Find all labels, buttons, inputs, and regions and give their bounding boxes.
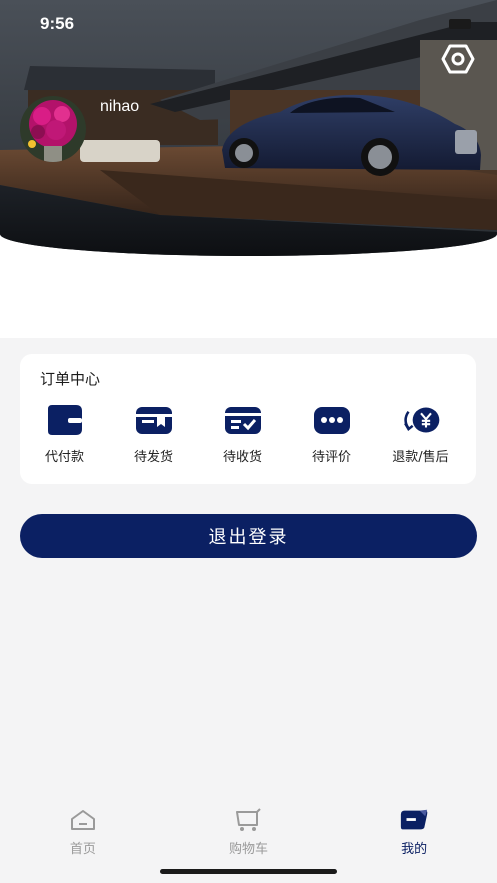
order-center-title: 订单中心 (40, 370, 101, 388)
card-check-icon (223, 404, 263, 436)
order-item-label: 待评价 (311, 450, 351, 465)
wallet-icon (45, 404, 85, 436)
tab-label: 我的 (401, 842, 428, 857)
settings-hexagon-icon (441, 44, 475, 74)
order-item-label: 待发货 (133, 450, 173, 465)
username: nihao (100, 98, 140, 115)
home-indicator (160, 869, 337, 874)
order-item-label: 退款/售后 (392, 450, 449, 465)
order-to-receive[interactable]: 待收货 (198, 404, 287, 474)
home-icon (68, 808, 98, 832)
order-center-card: 订单中心 代付款 待发货 待收货 待评价 退款/售后 (20, 354, 476, 484)
order-status-list: 代付款 待发货 待收货 待评价 退款/售后 (20, 404, 476, 474)
order-pending-payment[interactable]: 代付款 (20, 404, 109, 474)
package-icon (134, 404, 174, 436)
refund-yen-icon (401, 404, 441, 436)
battery-icon (449, 19, 471, 29)
profile-header: 9:56 nihao (0, 0, 497, 338)
order-refund-aftersale[interactable]: 退款/售后 (376, 404, 465, 474)
avatar[interactable] (20, 96, 86, 162)
settings-button[interactable] (440, 42, 476, 76)
tab-profile[interactable]: 我的 (331, 798, 497, 883)
chat-bubble-icon (312, 404, 352, 436)
logout-button[interactable]: 退出登录 (20, 514, 477, 558)
order-item-label: 待收货 (222, 450, 262, 465)
order-to-review[interactable]: 待评价 (287, 404, 376, 474)
order-to-ship[interactable]: 待发货 (109, 404, 198, 474)
tab-label: 首页 (69, 842, 96, 857)
profile-card-icon (399, 808, 429, 832)
status-time: 9:56 (40, 14, 75, 33)
order-item-label: 代付款 (44, 450, 84, 465)
tab-home[interactable]: 首页 (0, 798, 166, 883)
cart-icon (234, 808, 264, 832)
tab-label: 购物车 (229, 842, 269, 857)
